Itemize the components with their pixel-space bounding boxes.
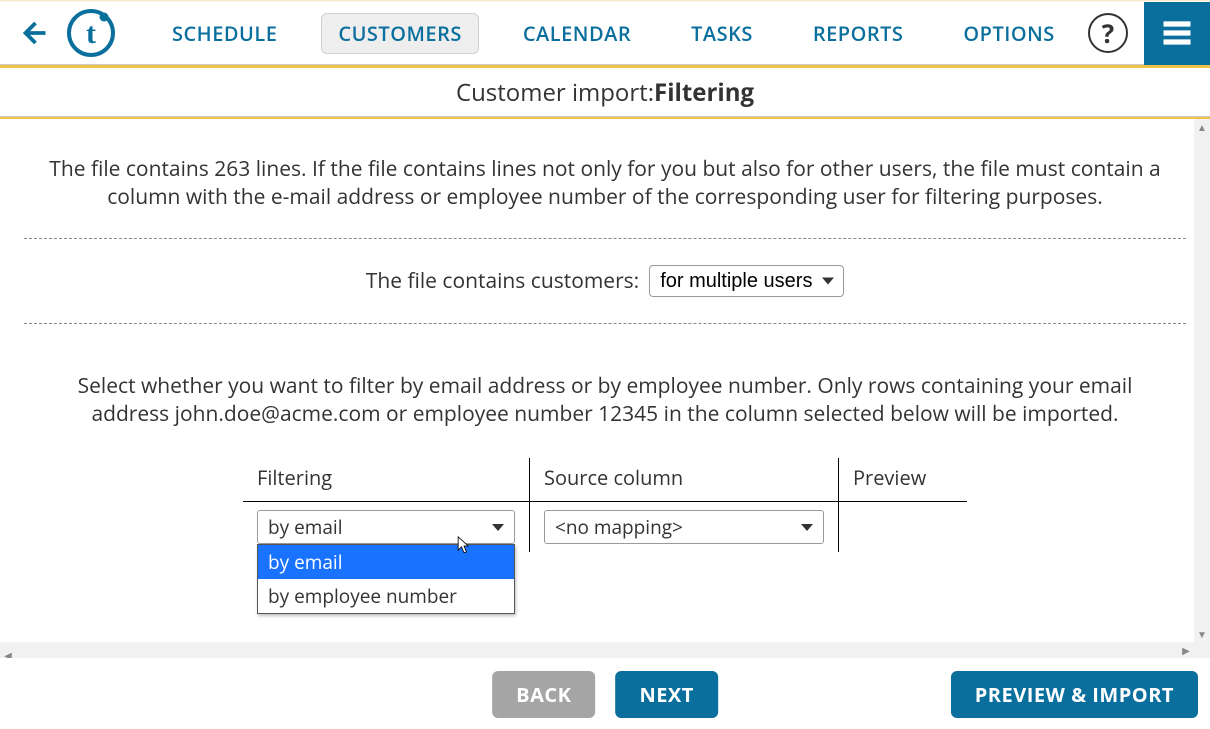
- page-title: Customer import: Filtering: [0, 68, 1210, 116]
- nav-schedule[interactable]: SCHEDULE: [156, 14, 293, 53]
- col-header-source: Source column: [530, 458, 839, 502]
- hamburger-menu-button[interactable]: [1144, 2, 1210, 65]
- source-column-select[interactable]: <no mapping>: [544, 510, 824, 544]
- next-button[interactable]: NEXT: [615, 671, 717, 718]
- horizontal-scrollbar[interactable]: ◀ ▶: [0, 642, 1194, 658]
- wizard-footer: BACK NEXT PREVIEW & IMPORT: [0, 658, 1210, 729]
- nav-reports[interactable]: REPORTS: [797, 14, 920, 53]
- scroll-up-icon[interactable]: ▲: [1194, 119, 1210, 135]
- vertical-scrollbar[interactable]: ▲ ▼: [1194, 119, 1210, 658]
- app-header: t SCHEDULE CUSTOMERS CALENDAR TASKS REPO…: [0, 2, 1210, 65]
- col-header-filtering: Filtering: [243, 458, 530, 502]
- nav-tasks[interactable]: TASKS: [675, 14, 769, 53]
- svg-text:t: t: [86, 17, 96, 50]
- instruction-text: Select whether you want to filter by ema…: [12, 324, 1198, 449]
- hamburger-icon: [1159, 15, 1195, 51]
- intro-text: The file contains 263 lines. If the file…: [12, 119, 1198, 238]
- chevron-down-icon: [492, 524, 504, 531]
- filtering-select-value: by email: [268, 514, 343, 540]
- app-logo: t: [66, 8, 116, 58]
- col-header-preview: Preview: [839, 458, 968, 502]
- filtering-dropdown-list: by email by employee number: [257, 544, 515, 614]
- preview-import-button[interactable]: PREVIEW & IMPORT: [951, 671, 1198, 718]
- back-button[interactable]: BACK: [492, 671, 595, 718]
- main-scroll-area: The file contains 263 lines. If the file…: [0, 119, 1210, 658]
- scope-row: The file contains customers: for multipl…: [12, 239, 1198, 323]
- arrow-left-icon: [18, 18, 48, 48]
- page-subheader-wrap: Customer import: Filtering: [0, 65, 1210, 117]
- nav-calendar[interactable]: CALENDAR: [507, 14, 647, 53]
- scroll-right-icon[interactable]: ▶: [1178, 642, 1194, 658]
- source-column-value: <no mapping>: [555, 514, 683, 540]
- page-title-prefix: Customer import:: [456, 76, 654, 109]
- scope-label: The file contains customers:: [366, 267, 639, 295]
- scope-select[interactable]: for multiple users: [649, 265, 844, 297]
- back-icon-button[interactable]: [18, 18, 48, 48]
- chevron-down-icon: [801, 524, 813, 531]
- scroll-left-icon[interactable]: ◀: [0, 647, 16, 658]
- filtering-option-by-email[interactable]: by email: [258, 545, 514, 579]
- main-nav: SCHEDULE CUSTOMERS CALENDAR TASKS REPORT…: [156, 13, 1071, 54]
- scroll-down-icon[interactable]: ▼: [1194, 626, 1210, 642]
- filtering-option-by-employee-number[interactable]: by employee number: [258, 579, 514, 613]
- filter-table: Filtering Source column Preview by email: [243, 458, 967, 552]
- help-button[interactable]: ?: [1088, 13, 1128, 53]
- nav-options[interactable]: OPTIONS: [947, 14, 1070, 53]
- nav-customers[interactable]: CUSTOMERS: [321, 13, 478, 54]
- page-title-bold: Filtering: [654, 76, 754, 109]
- filtering-select[interactable]: by email: [257, 510, 515, 544]
